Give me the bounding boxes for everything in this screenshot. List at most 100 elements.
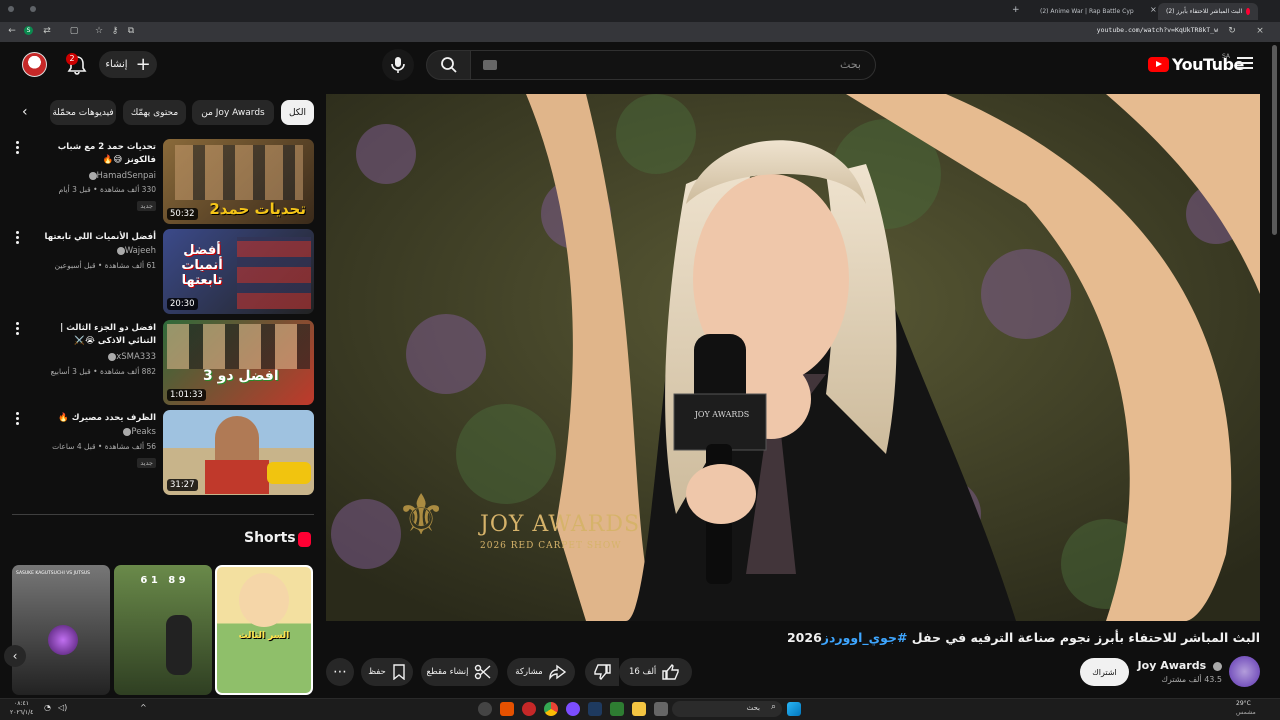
- short-item[interactable]: 6 1 8 9: [114, 565, 212, 695]
- close-tab-icon[interactable]: ×: [1150, 5, 1157, 14]
- extension-icon[interactable]: S: [24, 26, 33, 35]
- video-meta: 56 ألف مشاهدة • قبل 4 ساعات: [52, 442, 156, 451]
- volume-icon[interactable]: ◁): [58, 703, 67, 712]
- channel-name[interactable]: HamadSenpai: [86, 171, 156, 181]
- list-item[interactable]: تحديات حمد2 50:32 تحديات حمد 2 مع شباب ف…: [12, 139, 314, 225]
- more-horizontal-icon: ⋯: [333, 664, 347, 680]
- thumbnail-text: أفضل أنميات تابعتها: [181, 243, 223, 288]
- more-actions-button[interactable]: ⋯: [326, 658, 354, 686]
- back-icon[interactable]: ←: [6, 25, 18, 37]
- video-thumbnail[interactable]: أفضل أنميات تابعتها 20:30: [163, 229, 314, 314]
- keyboard-icon[interactable]: [483, 60, 497, 70]
- short-effect: [48, 625, 78, 655]
- url-field[interactable]: youtube.com/watch?v=KqUkTR8kT_w: [1097, 26, 1218, 34]
- browser-tab-1[interactable]: (2) البث المباشر للاحتفاء بأبرز: [1158, 3, 1258, 20]
- new-badge: جديد: [137, 458, 156, 468]
- tray-overflow-icon[interactable]: ^: [140, 703, 147, 712]
- list-item[interactable]: 31:27 الظرف يحدد مصيرك 🔥 Peaks 56 ألف مش…: [12, 410, 314, 496]
- close-icon[interactable]: ×: [1254, 25, 1266, 37]
- cast-icon[interactable]: ⧉: [125, 25, 137, 37]
- clip-button[interactable]: إنشاء مقطع: [421, 658, 498, 686]
- video-title[interactable]: افضل دو الجزء الثالث | الثنائي الاذكى 😭⚔…: [30, 322, 156, 348]
- discord-icon[interactable]: [566, 702, 580, 716]
- voice-search-button[interactable]: [382, 49, 414, 81]
- avatar[interactable]: [22, 52, 47, 77]
- wifi-icon[interactable]: ◔: [44, 703, 51, 712]
- new-tab-icon[interactable]: +: [1012, 5, 1020, 15]
- like-count: 16 ألف: [629, 667, 657, 677]
- video-title[interactable]: الظرف يحدد مصيرك 🔥: [30, 412, 156, 425]
- channel-name[interactable]: Joy Awards: [1138, 659, 1222, 672]
- list-item[interactable]: أفضل أنميات تابعتها 20:30 أفضل الأنميات …: [12, 229, 314, 315]
- bookmark-icon: [393, 664, 405, 680]
- window-control-icon[interactable]: [8, 6, 14, 12]
- reload-icon[interactable]: ↻: [1226, 25, 1238, 37]
- channel-name[interactable]: Peaks: [120, 427, 156, 437]
- channel-name[interactable]: Wajeeh: [114, 246, 156, 256]
- more-actions-icon[interactable]: [14, 322, 20, 336]
- page-icon[interactable]: ▢: [68, 25, 80, 37]
- short-item[interactable]: SASUKE KAGUTSUCHI VS JUTSUS: [12, 565, 110, 695]
- verified-icon: [116, 246, 125, 255]
- app-icon[interactable]: [500, 702, 514, 716]
- more-actions-icon[interactable]: [14, 231, 20, 245]
- subscribe-button[interactable]: اشتراك: [1080, 658, 1129, 686]
- video-player[interactable]: ⚜ JOY AWARDS 2026 RED CARPET SHOW JOY AW…: [326, 94, 1260, 621]
- weather-temp[interactable]: 29°C: [1236, 700, 1251, 707]
- hashtag-link[interactable]: #جوي_اووردز: [822, 630, 908, 645]
- file-explorer-icon[interactable]: [632, 702, 646, 716]
- shorts-prev-button[interactable]: ‹: [4, 645, 26, 667]
- video-title[interactable]: أفضل الأنميات اللي تابعتها: [30, 231, 156, 244]
- shorts-heading: Shorts: [244, 530, 296, 546]
- create-button[interactable]: إنشاء +: [99, 51, 157, 78]
- browser-tab-2[interactable]: (2) Anime War | Rap Battle Cyp: [1032, 3, 1142, 20]
- chevron-left-icon[interactable]: ‹: [22, 104, 28, 120]
- extension-icon[interactable]: ⇄: [41, 25, 53, 37]
- key-icon[interactable]: ⚷: [109, 25, 121, 37]
- taskbar-search-label: بحث: [746, 704, 760, 712]
- media-player-icon[interactable]: [478, 702, 492, 716]
- dislike-button[interactable]: [585, 658, 619, 686]
- chip-from-channel[interactable]: من Joy Awards: [192, 100, 274, 125]
- search-input[interactable]: بحث: [470, 50, 876, 80]
- taskbar-search[interactable]: بحث ⌕: [672, 701, 782, 717]
- more-actions-icon[interactable]: [14, 412, 20, 426]
- video-title[interactable]: تحديات حمد 2 مع شباب فالكونز 😅🔥: [30, 141, 156, 167]
- verified-icon: [1213, 661, 1222, 671]
- clock-time[interactable]: ٠٨:٤١: [14, 700, 29, 707]
- scrollbar[interactable]: [1272, 45, 1277, 235]
- like-button[interactable]: 16 ألف: [619, 658, 692, 686]
- video-thumbnail[interactable]: 31:27: [163, 410, 314, 495]
- window-control-icon[interactable]: [30, 6, 36, 12]
- subscriber-count: 43.5 ألف مشترك: [1161, 675, 1222, 684]
- chip-uploads[interactable]: فيديوهات محمّلة: [50, 100, 116, 125]
- save-button[interactable]: حفظ: [361, 658, 413, 686]
- plus-icon: +: [135, 53, 151, 75]
- chrome-icon[interactable]: [544, 702, 558, 716]
- search-button[interactable]: [426, 50, 472, 80]
- watermark-title: JOY AWARDS: [480, 512, 641, 537]
- verified-icon: [88, 171, 97, 180]
- task-view-icon[interactable]: [654, 702, 668, 716]
- video-thumbnail[interactable]: افضل دو 3 1:01:33: [163, 320, 314, 405]
- duration-badge: 31:27: [167, 479, 198, 491]
- list-item[interactable]: افضل دو 3 1:01:33 افضل دو الجزء الثالث |…: [12, 320, 314, 406]
- windows-start-icon[interactable]: [787, 702, 801, 716]
- steam-icon[interactable]: [588, 702, 602, 716]
- youtube-play-icon: [1148, 57, 1169, 72]
- share-button[interactable]: مشاركة: [507, 658, 575, 686]
- short-item[interactable]: السر الثالث: [215, 565, 313, 695]
- video-thumbnail[interactable]: تحديات حمد2 50:32: [163, 139, 314, 224]
- guide-menu-button[interactable]: [1237, 57, 1253, 71]
- bookmark-star-icon[interactable]: ☆: [93, 25, 105, 37]
- shorts-icon: [298, 532, 311, 547]
- video-frame: ⚜: [326, 94, 1260, 621]
- chip-all[interactable]: الكل: [281, 100, 314, 125]
- channel-name[interactable]: xSMA333: [105, 352, 156, 362]
- chip-for-you[interactable]: محتوى يهمّك: [123, 100, 186, 125]
- excel-icon[interactable]: [610, 702, 624, 716]
- channel-avatar[interactable]: [1229, 656, 1260, 687]
- video-meta: 882 ألف مشاهدة • قبل 3 أسابيع: [50, 367, 156, 376]
- more-actions-icon[interactable]: [14, 141, 20, 155]
- app-icon[interactable]: [522, 702, 536, 716]
